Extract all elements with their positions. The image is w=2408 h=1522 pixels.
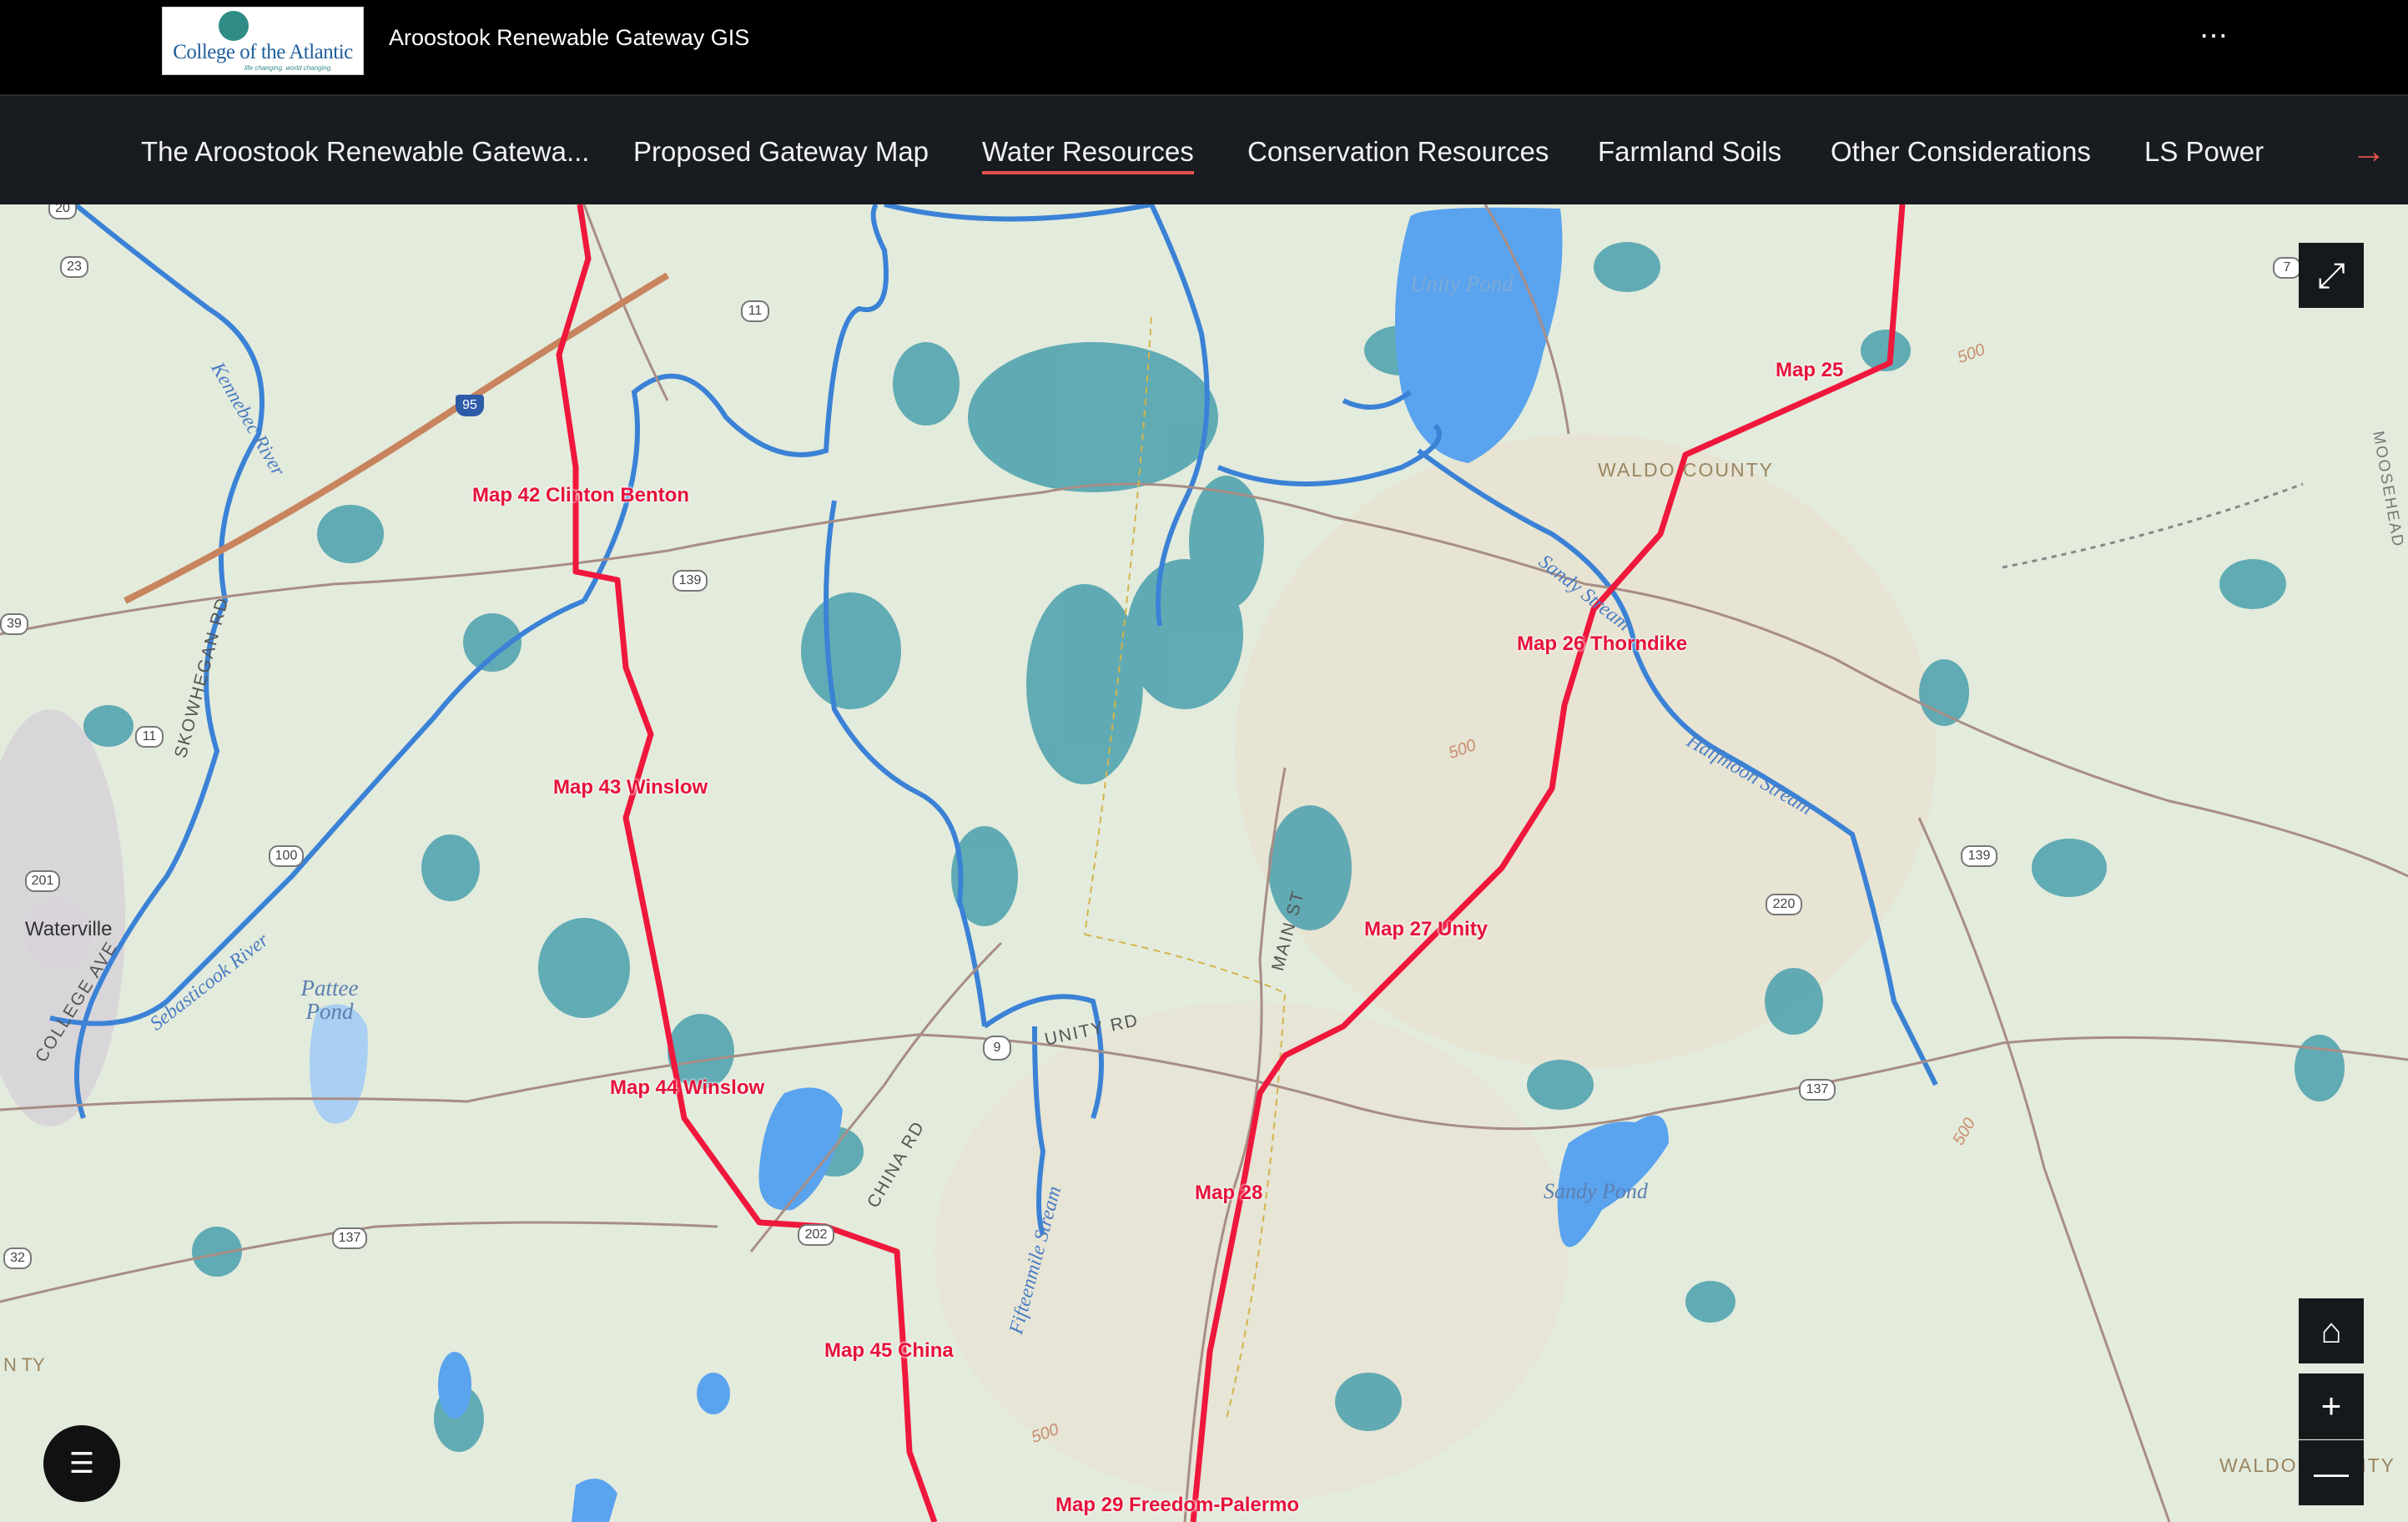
route-label-map-28: Map 28 (1195, 1182, 1263, 1204)
route-shield: 39 (0, 613, 28, 635)
route-shield: 137 (1799, 1079, 1836, 1101)
route-shield: 202 (798, 1224, 834, 1246)
tab-water-resources[interactable]: Water Resources (982, 136, 1194, 174)
map-view[interactable]: Map 42 Clinton Benton Map 43 Winslow Map… (0, 204, 2408, 1522)
place-county-edge: N TY (3, 1354, 45, 1375)
tab-aroostook-gateway[interactable]: The Aroostook Renewable Gatewa... (141, 136, 589, 168)
college-logo[interactable]: College of the Atlantic life changing. w… (162, 7, 364, 75)
route-label-map-26: Map 26 Thorndike (1517, 632, 1688, 655)
logo-tagline: life changing. world changing. (244, 64, 333, 72)
interstate-shield: 95 (456, 395, 484, 416)
route-shield: 139 (1961, 845, 1997, 867)
logo-name: College of the Atlantic (173, 41, 353, 63)
route-shield: 100 (269, 845, 304, 867)
story-nav: The Aroostook Renewable Gatewa... Propos… (0, 94, 2408, 204)
tab-conservation-resources[interactable]: Conservation Resources (1247, 136, 1549, 168)
route-label-map-42: Map 42 Clinton Benton (472, 484, 689, 506)
app-header: College of the Atlantic life changing. w… (0, 0, 2408, 94)
more-options-icon[interactable]: ⋯ (2193, 22, 2234, 57)
zoom-out-button[interactable]: — (2299, 1440, 2364, 1505)
route-shield: 139 (673, 570, 708, 592)
route-shield: 201 (25, 870, 60, 892)
place-unity-pond: Unity Pond (1410, 271, 1514, 296)
tab-farmland-soils[interactable]: Farmland Soils (1598, 136, 1781, 168)
route-shield: 220 (1766, 894, 1802, 915)
route-label-map-45: Map 45 China (824, 1339, 954, 1362)
route-shield: 11 (135, 726, 164, 748)
route-shield: 137 (332, 1227, 367, 1249)
place-pattee-pond: Pattee Pond (300, 975, 359, 1024)
route-shield: 11 (741, 300, 769, 322)
route-label-map-43: Map 43 Winslow (553, 776, 708, 799)
college-seal-icon (219, 11, 249, 41)
route-shield: 7 (2273, 257, 2301, 279)
place-sandy-pond: Sandy Pond (1544, 1179, 1648, 1203)
home-button[interactable]: ⌂ (2299, 1298, 2364, 1363)
tab-ls-power[interactable]: LS Power (2144, 136, 2264, 168)
tab-other-considerations[interactable]: Other Considerations (1831, 136, 2091, 168)
app-title: Aroostook Renewable Gateway GIS (389, 25, 750, 50)
fullscreen-button[interactable]: ⤢ (2299, 243, 2364, 308)
zoom-in-button[interactable]: + (2299, 1373, 2364, 1439)
legend-button[interactable]: ☰ (43, 1425, 120, 1502)
route-shield: 32 (3, 1247, 32, 1269)
route-shield: 9 (983, 1036, 1011, 1061)
map-canvas (0, 204, 2408, 1522)
place-waterville: Waterville (25, 918, 113, 940)
route-label-map-29: Map 29 Freedom-Palermo (1055, 1494, 1300, 1516)
route-label-map-27: Map 27 Unity (1364, 918, 1489, 940)
nav-next-arrow-icon[interactable]: → (2351, 131, 2386, 171)
route-label-map-25: Map 25 (1776, 359, 1844, 381)
route-shield: 20 (48, 204, 77, 219)
route-label-map-44: Map 44 Winslow (610, 1076, 765, 1099)
route-shield: 23 (60, 256, 88, 278)
tab-proposed-gateway-map[interactable]: Proposed Gateway Map (633, 136, 929, 168)
place-waldo-county: WALDO COUNTY (1598, 459, 1774, 481)
